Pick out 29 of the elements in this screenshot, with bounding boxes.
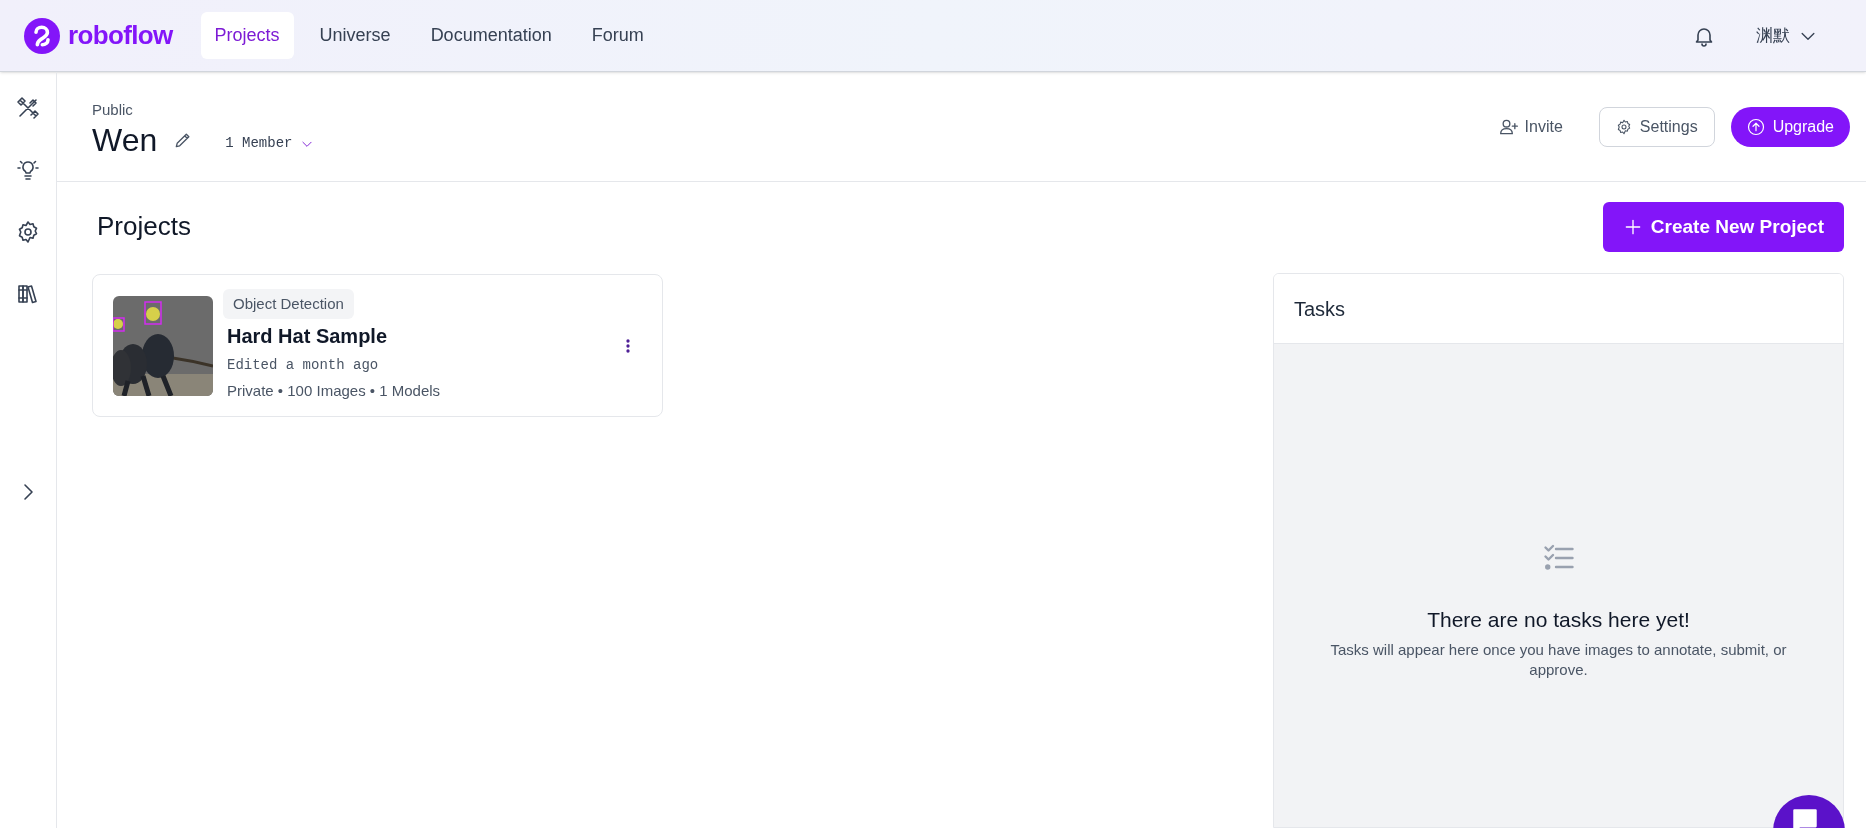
edited-text: Edited a month ago [227, 356, 379, 375]
logo-icon [24, 17, 60, 54]
settings-icon[interactable] [16, 220, 40, 244]
members-dropdown[interactable]: 1 Member [225, 133, 315, 155]
project-meta: Private • 100 Images • 1 Models [227, 381, 441, 401]
nav-tab[interactable]: Projects [200, 12, 294, 59]
books-icon[interactable] [16, 282, 40, 306]
project-type-tag: Object Detection [223, 288, 354, 319]
project-card[interactable]: Object Detection Hard Hat Sample Edited a month ago Private • 100 Images • 1 Models [92, 274, 663, 417]
section-title: Projects [97, 209, 191, 243]
upload-icon [1746, 117, 1765, 136]
nav-tab[interactable]: Forum [577, 12, 658, 59]
user-menu[interactable]: 渊默 [1756, 22, 1818, 49]
empty-title: There are no tasks here yet! [1427, 607, 1690, 633]
settings-button[interactable]: Settings [1598, 106, 1715, 147]
brand-name: roboflow [68, 19, 173, 52]
workspace-name: Wen [92, 121, 158, 158]
create-project-button[interactable]: Create New Project [1602, 202, 1844, 252]
invite-button[interactable]: Invite [1486, 106, 1575, 147]
empty-text: Tasks will appear here once you have images to annotate, submit, or approve. [1329, 639, 1788, 680]
visibility-label: Public [92, 100, 134, 121]
nav-tab[interactable]: Documentation [416, 12, 566, 59]
panel-title: Tasks [1294, 296, 1346, 322]
lightbulb-icon[interactable] [16, 158, 40, 182]
tools-icon[interactable] [16, 96, 40, 120]
project-name: Hard Hat Sample [227, 324, 388, 349]
upgrade-button[interactable]: Upgrade [1730, 106, 1850, 147]
nav-tab[interactable]: Universe [305, 12, 405, 59]
settings-icon [1615, 118, 1632, 135]
